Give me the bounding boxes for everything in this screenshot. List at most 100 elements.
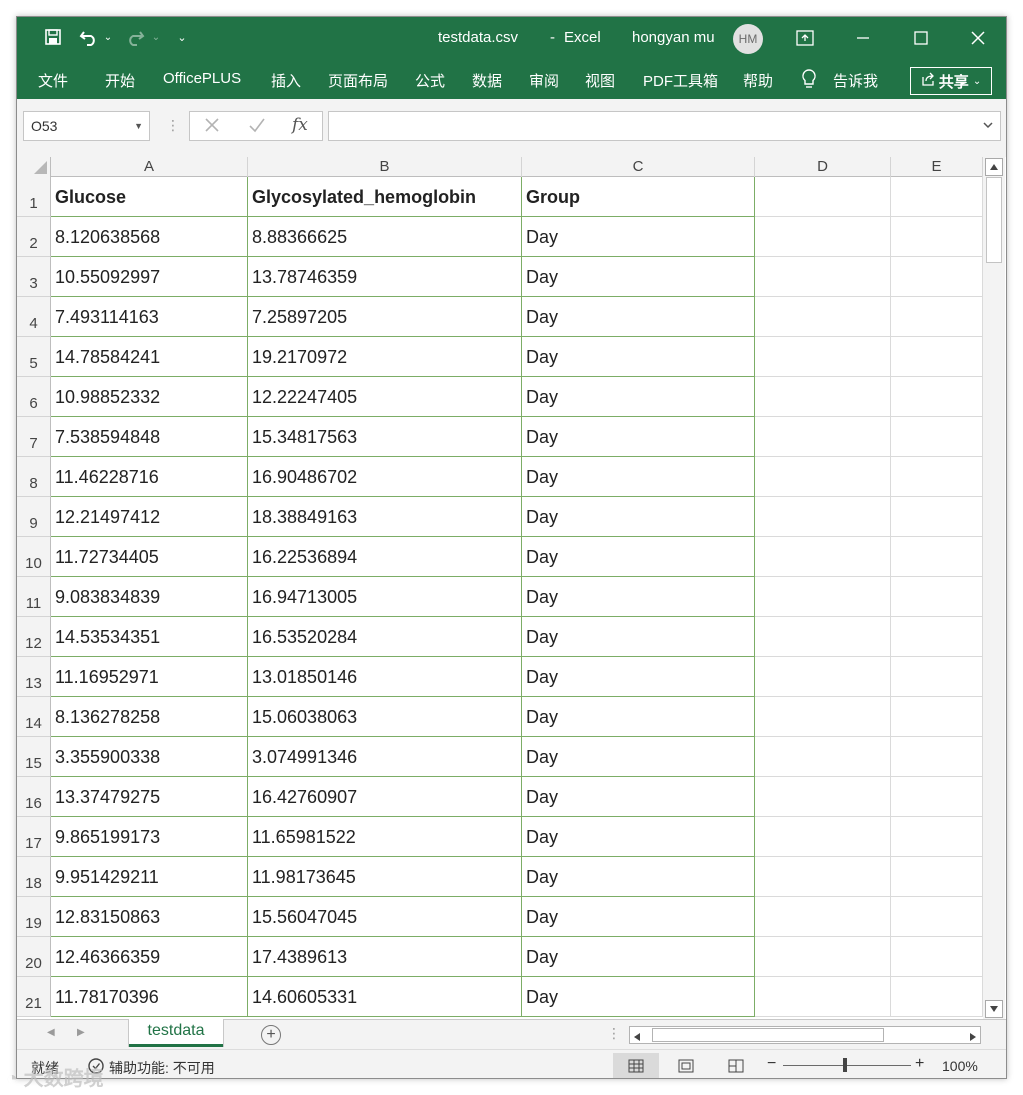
cell-d[interactable] [755,257,891,297]
cell-e[interactable] [891,257,983,297]
cell-b[interactable]: 15.34817563 [248,417,522,457]
cell-d[interactable] [755,897,891,937]
cell-a[interactable]: 12.21497412 [51,497,248,537]
zoom-out-button[interactable]: − [767,1055,776,1073]
cell-a[interactable]: 11.16952971 [51,657,248,697]
cell-c[interactable]: Day [522,257,755,297]
cancel-icon[interactable] [204,116,220,139]
cell-b[interactable]: 19.2170972 [248,337,522,377]
cell-a[interactable]: 9.083834839 [51,577,248,617]
cell-c[interactable]: Day [522,657,755,697]
row-header[interactable]: 5 [17,337,51,377]
cell-b[interactable]: 11.98173645 [248,857,522,897]
cell-b[interactable]: 13.01850146 [248,657,522,697]
tab-file[interactable]: 文件 [38,70,68,91]
tab-officeplus[interactable]: OfficePLUS [163,70,241,87]
zoom-slider-thumb[interactable] [843,1058,847,1072]
row-header[interactable]: 4 [17,297,51,337]
cell-e[interactable] [891,377,983,417]
cell-d[interactable] [755,497,891,537]
cell-e[interactable] [891,817,983,857]
cell-c[interactable]: Day [522,217,755,257]
cell-a[interactable]: 14.78584241 [51,337,248,377]
scroll-down-icon[interactable] [985,1000,1003,1018]
cell-d[interactable] [755,297,891,337]
tell-me-search[interactable]: 告诉我 [833,70,878,91]
prev-sheet-icon[interactable]: ◀ [47,1027,55,1038]
cell-c[interactable]: Day [522,457,755,497]
cell-c[interactable]: Day [522,817,755,857]
row-header[interactable]: 16 [17,777,51,817]
tab-review[interactable]: 审阅 [529,70,559,91]
row-header[interactable]: 10 [17,537,51,577]
cell-e[interactable] [891,337,983,377]
cell-a[interactable]: 7.493114163 [51,297,248,337]
column-header-d[interactable]: D [755,157,891,177]
sheet-tab-testdata[interactable]: testdata [129,1019,223,1047]
cell-e[interactable] [891,657,983,697]
horizontal-scroll-thumb[interactable] [652,1028,884,1042]
row-header[interactable]: 21 [17,977,51,1017]
cell-e[interactable] [891,577,983,617]
cell-a[interactable]: 13.37479275 [51,777,248,817]
cell-d[interactable] [755,737,891,777]
row-header[interactable]: 3 [17,257,51,297]
cell-c[interactable]: Day [522,497,755,537]
minimize-icon[interactable] [835,17,891,59]
row-header[interactable]: 12 [17,617,51,657]
row-header[interactable]: 18 [17,857,51,897]
column-header-b[interactable]: B [248,157,522,177]
cell-c[interactable]: Day [522,897,755,937]
cell-e[interactable] [891,977,983,1017]
cell-e[interactable] [891,417,983,457]
row-header[interactable]: 1 [17,177,51,217]
cell-e[interactable] [891,297,983,337]
cell-a[interactable]: 11.72734405 [51,537,248,577]
cell-c[interactable]: Day [522,417,755,457]
row-header[interactable]: 9 [17,497,51,537]
cell-a[interactable]: 7.538594848 [51,417,248,457]
cell-b[interactable]: 13.78746359 [248,257,522,297]
cell-c[interactable]: Day [522,697,755,737]
cell-d[interactable] [755,977,891,1017]
cell-d[interactable] [755,817,891,857]
cell-c[interactable]: Day [522,577,755,617]
zoom-level[interactable]: 100% [942,1058,978,1074]
cell-a[interactable]: Glucose [51,177,248,217]
cell-d[interactable] [755,857,891,897]
vertical-scrollbar[interactable] [983,157,1005,1019]
cell-c[interactable]: Day [522,977,755,1017]
lightbulb-icon[interactable] [799,67,819,91]
cell-b[interactable]: 16.94713005 [248,577,522,617]
tab-pdf-toolbox[interactable]: PDF工具箱 [643,70,718,91]
save-icon[interactable] [41,25,65,49]
cell-e[interactable] [891,777,983,817]
cell-d[interactable] [755,577,891,617]
cell-b[interactable]: Glycosylated_hemoglobin [248,177,522,217]
cell-c[interactable]: Day [522,937,755,977]
cell-e[interactable] [891,937,983,977]
row-header[interactable]: 2 [17,217,51,257]
cell-b[interactable]: 3.074991346 [248,737,522,777]
scroll-right-icon[interactable] [969,1029,977,1047]
cell-a[interactable]: 12.83150863 [51,897,248,937]
cell-b[interactable]: 15.56047045 [248,897,522,937]
cell-e[interactable] [891,897,983,937]
cell-d[interactable] [755,537,891,577]
cell-e[interactable] [891,497,983,537]
chevron-down-icon[interactable]: ▼ [134,112,143,140]
cell-c[interactable]: Day [522,537,755,577]
cell-b[interactable]: 16.53520284 [248,617,522,657]
cell-a[interactable]: 10.55092997 [51,257,248,297]
cell-d[interactable] [755,777,891,817]
column-header-e[interactable]: E [891,157,983,177]
cell-e[interactable] [891,457,983,497]
cell-c[interactable]: Day [522,337,755,377]
cell-b[interactable]: 16.22536894 [248,537,522,577]
cell-a[interactable]: 11.46228716 [51,457,248,497]
column-header-a[interactable]: A [51,157,248,177]
row-header[interactable]: 7 [17,417,51,457]
tab-insert[interactable]: 插入 [271,70,301,91]
cell-e[interactable] [891,537,983,577]
cell-b[interactable]: 15.06038063 [248,697,522,737]
